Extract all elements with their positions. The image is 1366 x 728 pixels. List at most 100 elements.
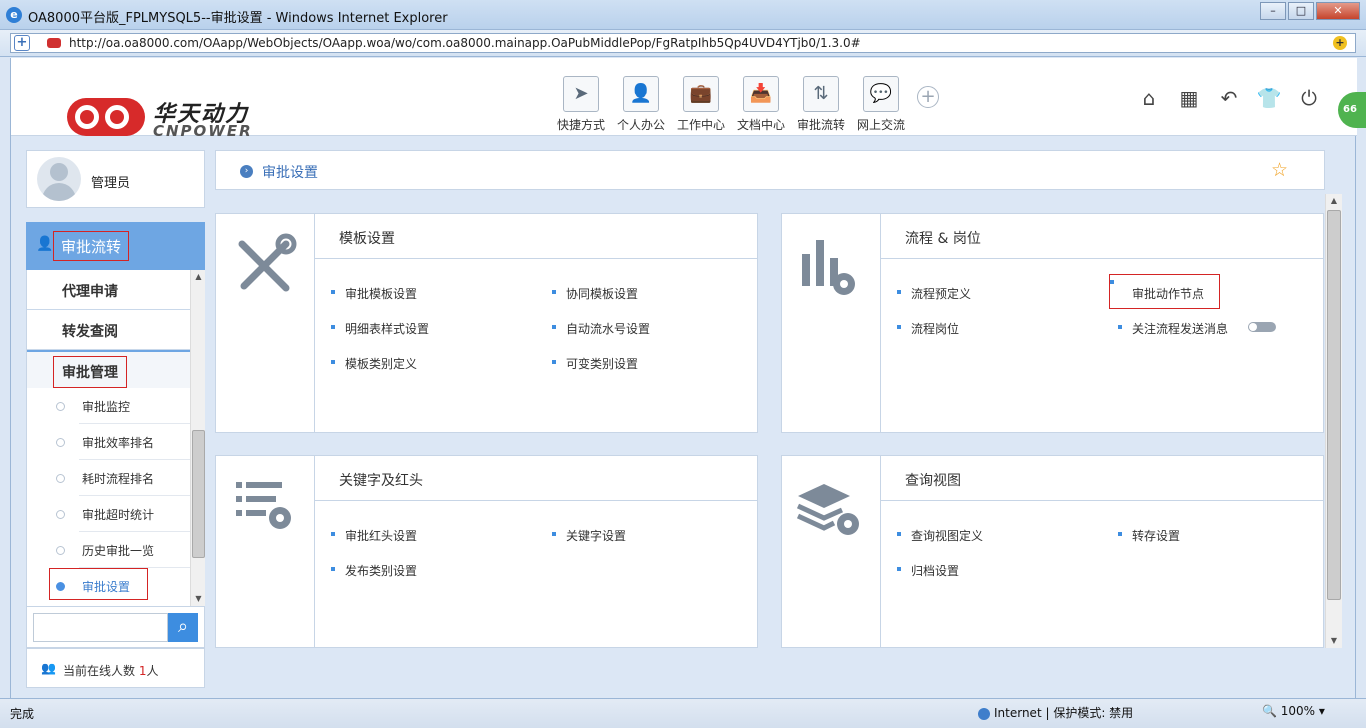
nav-work-center[interactable]: 💼 工作中心 (671, 76, 731, 133)
panel-title: 模板设置 (315, 214, 757, 259)
users-icon: 👥 (41, 661, 56, 675)
avatar (37, 157, 81, 201)
url-text[interactable]: http://oa.oa8000.com/OAapp/WebObjects/OA… (69, 36, 861, 50)
person-icon: 👤 (623, 76, 659, 112)
close-button[interactable]: ✕ (1316, 2, 1360, 20)
sidebar-item-proxy-request[interactable]: 代理申请 (27, 270, 190, 310)
link-publish-category[interactable]: 发布类别设置 (331, 562, 417, 579)
add-tab-icon[interactable]: + (14, 35, 30, 51)
breadcrumb: › 审批设置 ☆ (215, 150, 1325, 190)
minimize-button[interactable]: – (1260, 2, 1286, 20)
skin-icon[interactable]: 👕 (1249, 86, 1289, 110)
search-input[interactable] (33, 613, 168, 642)
link-template-category[interactable]: 模板类别定义 (331, 355, 417, 372)
nav-online-chat[interactable]: 💬 网上交流 (851, 76, 911, 133)
sidebar-section-title: 审批流转 (53, 231, 130, 261)
sidebar-sub-label: 审批监控 (82, 400, 131, 414)
zoom-level: 100% (1280, 704, 1316, 718)
sidebar-sub-label: 耗时流程排名 (82, 472, 155, 486)
user-name: 管理员 (91, 176, 131, 191)
window-controls: – □ ✕ (1258, 2, 1360, 20)
briefcase-icon: 💼 (683, 76, 719, 112)
nav-label: 工作中心 (676, 118, 725, 132)
sidebar-item-forward-review[interactable]: 转发查阅 (27, 310, 190, 350)
address-field[interactable]: + http://oa.oa8000.com/OAapp/WebObjects/… (10, 33, 1356, 53)
link-flow-positions[interactable]: 流程岗位 (897, 320, 959, 337)
nav-approval-flow[interactable]: ⇅ 审批流转 (791, 76, 851, 133)
status-bar: 完成 Internet | 保护模式: 禁用 🔍 100% ▾ (0, 698, 1366, 728)
flow-icon: ⇅ (803, 76, 839, 112)
nav-shortcuts[interactable]: ➤ 快捷方式 (551, 76, 611, 133)
link-dump-settings[interactable]: 转存设置 (1118, 527, 1180, 544)
sidebar-group-approval-management[interactable]: 审批管理 (27, 350, 190, 388)
sidebar-sub-item[interactable]: 历史审批一览 (27, 532, 190, 568)
panel-keyword-redhead: 关键字及红头 审批红头设置 关键字设置 发布类别设置 (215, 455, 758, 648)
online-label: 当前在线人数 (63, 664, 136, 678)
link-approval-action-node[interactable]: 审批动作节点 (1109, 274, 1220, 309)
sidebar-sub-item[interactable]: 审批效率排名 (27, 424, 190, 460)
sidebar-scrollbar[interactable]: ▲ ▼ (190, 270, 205, 606)
link-approval-template[interactable]: 审批模板设置 (331, 285, 417, 302)
panel-icon-area (782, 456, 881, 647)
sidebar-sub-label: 审批超时统计 (82, 508, 155, 522)
sidebar-section-header[interactable]: 👤 审批流转 (26, 222, 205, 270)
notification-bubble[interactable]: 66 (1338, 92, 1366, 128)
home-icon[interactable]: ⌂ (1129, 86, 1169, 110)
layers-gear-icon (796, 484, 859, 535)
link-label: 审批动作节点 (1132, 287, 1205, 301)
breadcrumb-current: 审批设置 (262, 165, 318, 181)
panel-icon-area (216, 456, 315, 647)
zone-text: Internet | 保护模式: 禁用 (994, 706, 1134, 720)
window-title: OA8000平台版_FPLMYSQL5--审批设置 - Windows Inte… (28, 11, 448, 26)
list-gear-icon (236, 482, 291, 529)
back-icon[interactable]: ↶ (1209, 86, 1249, 110)
nav-label: 个人办公 (616, 118, 665, 132)
bullet-icon (56, 582, 65, 591)
sidebar-group-title: 审批管理 (53, 356, 127, 388)
maximize-button[interactable]: □ (1288, 2, 1314, 20)
go-icon[interactable]: + (1333, 36, 1347, 50)
link-follow-flow-message[interactable]: 关注流程发送消息 (1118, 320, 1228, 337)
link-keyword-settings[interactable]: 关键字设置 (552, 527, 626, 544)
link-archive-settings[interactable]: 归档设置 (897, 562, 959, 579)
power-icon[interactable]: ⏻ (1289, 86, 1329, 110)
inbox-icon: 📥 (743, 76, 779, 112)
send-icon: ➤ (563, 76, 599, 112)
address-bar: + http://oa.oa8000.com/OAapp/WebObjects/… (0, 30, 1366, 57)
chat-icon: 💬 (863, 76, 899, 112)
brand-name-en: CNPOWER (153, 122, 253, 140)
tools-icon (238, 233, 297, 292)
apps-grid-icon[interactable]: ▦ (1169, 86, 1209, 110)
link-redhead-settings[interactable]: 审批红头设置 (331, 527, 417, 544)
link-detail-style[interactable]: 明细表样式设置 (331, 320, 429, 337)
sidebar-menu: 代理申请 转发查阅 审批管理 审批监控 审批效率排名 耗时流程排名 审批超时统计… (26, 270, 205, 606)
nav-document-center[interactable]: 📥 文档中心 (731, 76, 791, 133)
sidebar-sub-item-active[interactable]: 审批设置 (27, 568, 190, 604)
sidebar-sub-item[interactable]: 审批监控 (27, 388, 190, 424)
link-collab-template[interactable]: 协同模板设置 (552, 285, 638, 302)
header-tools: ⌂ ▦ ↶ 👕 ⏻ (1129, 86, 1329, 110)
sidebar-sub-item[interactable]: 审批超时统计 (27, 496, 190, 532)
link-auto-serial[interactable]: 自动流水号设置 (552, 320, 650, 337)
search-icon[interactable]: ⌕ (168, 613, 198, 642)
link-variable-category[interactable]: 可变类别设置 (552, 355, 638, 372)
favorite-star-icon[interactable]: ☆ (1271, 159, 1288, 181)
top-nav: ➤ 快捷方式 👤 个人办公 💼 工作中心 📥 文档中心 ⇅ 审批流转 💬 网上交… (551, 76, 939, 133)
link-query-view-define[interactable]: 查询视图定义 (897, 527, 983, 544)
add-shortcut-icon[interactable]: + (917, 86, 939, 108)
nav-personal-office[interactable]: 👤 个人办公 (611, 76, 671, 133)
site-favicon-icon (47, 38, 61, 48)
sidebar-sub-label: 审批效率排名 (82, 436, 155, 450)
follow-message-toggle[interactable] (1248, 322, 1276, 332)
link-flow-predefine[interactable]: 流程预定义 (897, 285, 971, 302)
panel-template-settings: 模板设置 审批模板设置 协同模板设置 明细表样式设置 自动流水号设置 模板类别定… (215, 213, 758, 433)
online-unit: 人 (146, 664, 159, 678)
nav-label: 审批流转 (796, 118, 845, 132)
panel-flow-positions: 流程 & 岗位 流程预定义 审批动作节点 流程岗位 关注流程发送消息 (781, 213, 1324, 433)
sidebar-sub-label: 审批设置 (82, 580, 131, 594)
zoom-control[interactable]: 🔍 100% ▾ (1262, 704, 1325, 718)
ie-logo-icon: e (6, 7, 22, 23)
user-card[interactable]: 管理员 (26, 150, 205, 208)
sidebar-sub-item[interactable]: 耗时流程排名 (27, 460, 190, 496)
main-scrollbar[interactable]: ▲ ▼ (1325, 194, 1342, 648)
